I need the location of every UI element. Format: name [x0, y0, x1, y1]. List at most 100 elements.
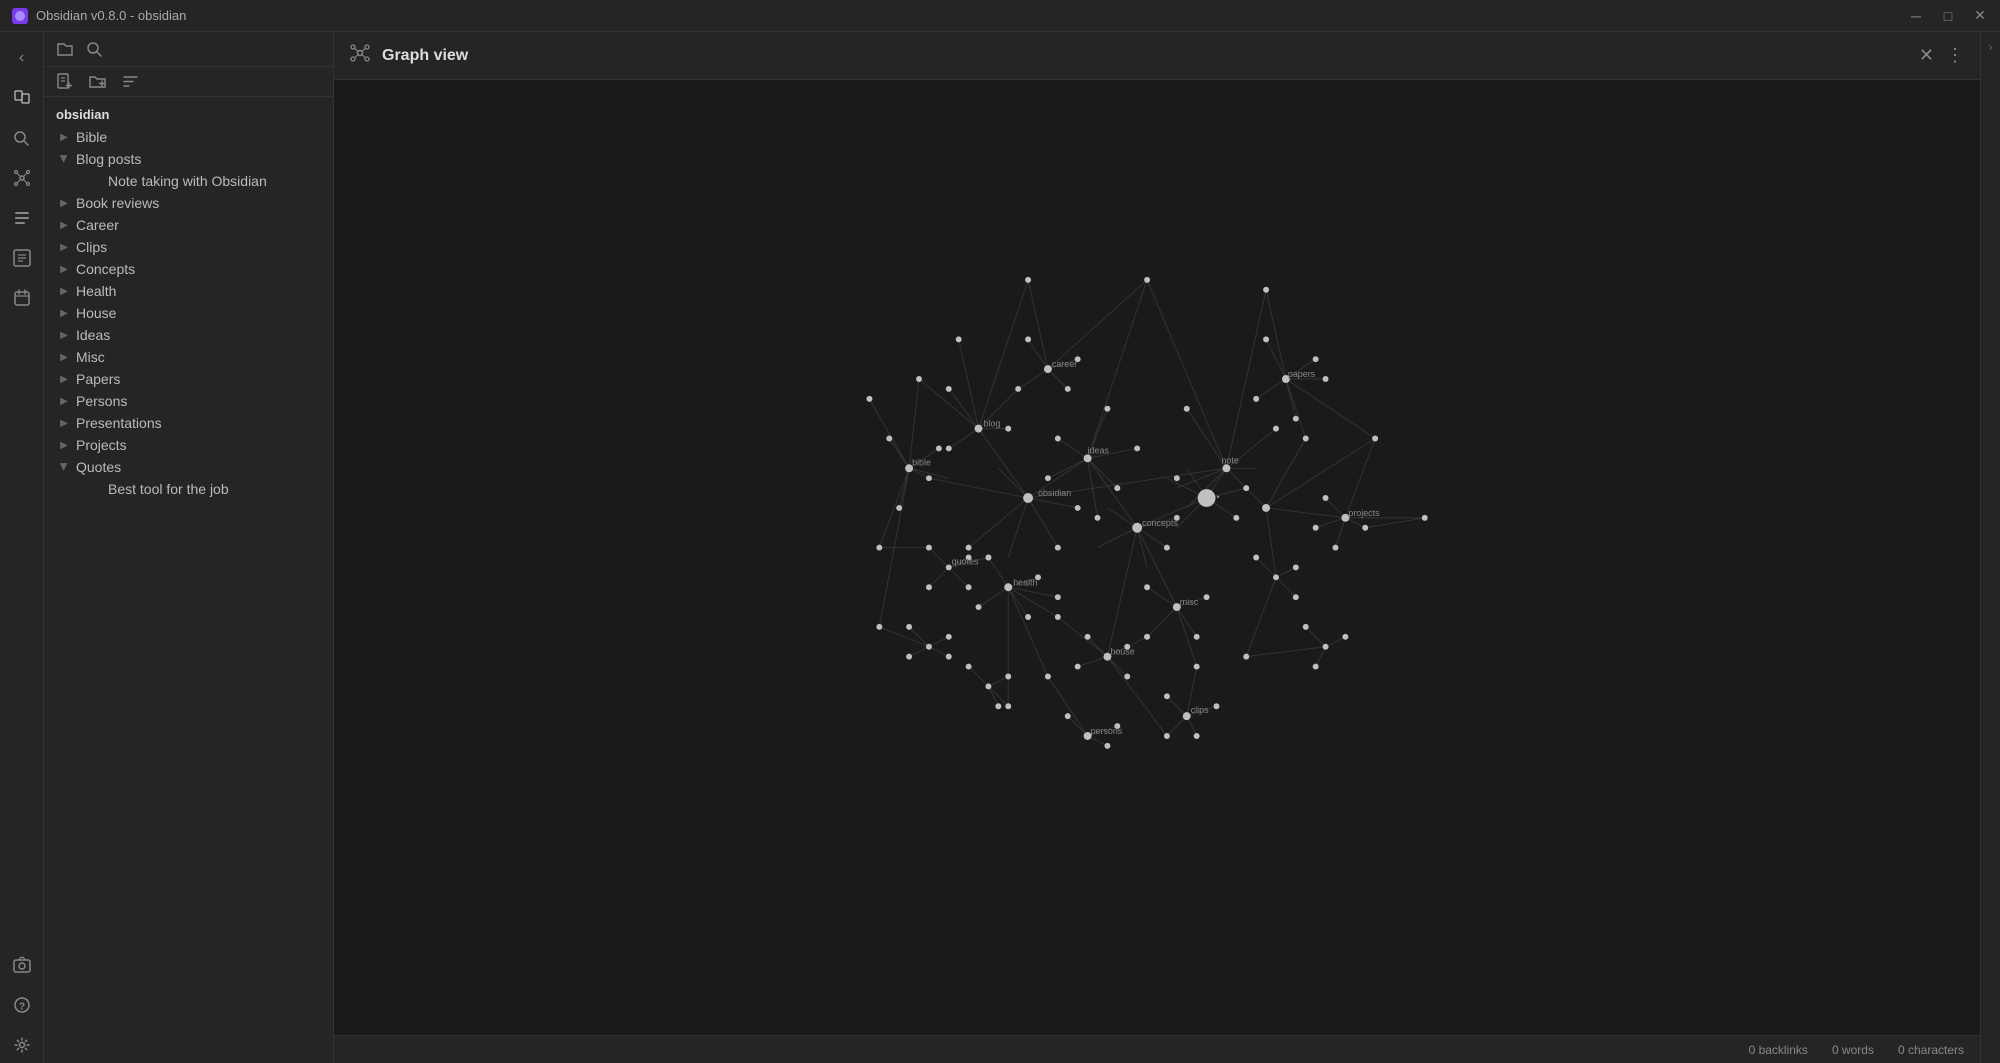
- tree-item-note-taking[interactable]: ▶ Note taking with Obsidian: [72, 170, 333, 192]
- chevron-icon: ▶: [56, 327, 72, 343]
- tree-item-label: Quotes: [76, 459, 321, 475]
- chevron-icon: ▶: [56, 261, 72, 277]
- quotes-children: ▶ Best tool for the job: [44, 478, 333, 500]
- svg-text:•: •: [1216, 492, 1219, 502]
- tree-item-label: Projects: [76, 437, 321, 453]
- tree-item-label: Bible: [76, 129, 321, 145]
- chevron-icon: ▶: [56, 217, 72, 233]
- tree-item-label: Misc: [76, 349, 321, 365]
- tree-item-label: Presentations: [76, 415, 321, 431]
- tree-item-health[interactable]: ▶ Health: [44, 280, 333, 302]
- svg-text:bible: bible: [912, 457, 931, 467]
- tree-item-ideas[interactable]: ▶ Ideas: [44, 324, 333, 346]
- sort-button[interactable]: [122, 73, 139, 90]
- tree-item-label: Clips: [76, 239, 321, 255]
- word-count: 0 words: [1832, 1043, 1874, 1057]
- titlebar-title: Obsidian v0.8.0 - obsidian: [36, 8, 186, 23]
- svg-text:persons: persons: [1091, 726, 1123, 736]
- svg-text:career: career: [1052, 359, 1077, 369]
- new-folder-button[interactable]: [89, 73, 106, 90]
- chevron-icon: ▶: [56, 239, 72, 255]
- chevron-icon: ▶: [56, 305, 72, 321]
- file-panel-header: [44, 32, 333, 67]
- tree-item-presentations[interactable]: ▶ Presentations: [44, 412, 333, 434]
- daily-notes-icon[interactable]: [4, 280, 40, 316]
- tree-item-label: House: [76, 305, 321, 321]
- svg-text:?: ?: [18, 1002, 24, 1013]
- tree-item-label: Health: [76, 283, 321, 299]
- graph-canvas[interactable]: .node { fill: #c0c0c0; } .edge { stroke:…: [334, 80, 1980, 1035]
- tree-item-career[interactable]: ▶ Career: [44, 214, 333, 236]
- camera-icon[interactable]: [4, 947, 40, 983]
- svg-text:house: house: [1110, 647, 1134, 657]
- file-toolbar: [44, 67, 333, 97]
- new-note-button[interactable]: [56, 73, 73, 90]
- search-icon[interactable]: [4, 120, 40, 156]
- svg-text:obsidian: obsidian: [1038, 488, 1071, 498]
- titlebar: Obsidian v0.8.0 - obsidian ─ □ ✕: [0, 0, 2000, 32]
- chevron-icon: ▶: [56, 283, 72, 299]
- right-panel-toggle[interactable]: ›: [1989, 40, 1993, 54]
- tree-item-label: Concepts: [76, 261, 321, 277]
- svg-text:note: note: [1221, 455, 1238, 465]
- svg-text:clips: clips: [1191, 705, 1209, 715]
- chevron-icon: ▶: [56, 437, 72, 453]
- minimize-button[interactable]: ─: [1908, 8, 1924, 24]
- maximize-button[interactable]: □: [1940, 8, 1956, 24]
- tree-item-best-tool[interactable]: ▶ Best tool for the job: [72, 478, 333, 500]
- svg-text:health: health: [1013, 577, 1037, 587]
- tree-item-clips[interactable]: ▶ Clips: [44, 236, 333, 258]
- tree-item-label: Book reviews: [76, 195, 321, 211]
- graph-view-icon[interactable]: [4, 160, 40, 196]
- app-icon: [12, 8, 28, 24]
- main-area: Graph view ✕ ⋮ .node { fill: #c0c0c0; } …: [334, 32, 1980, 1063]
- tags-icon[interactable]: [4, 240, 40, 276]
- graph-header: Graph view ✕ ⋮: [334, 32, 1980, 80]
- file-panel: obsidian ▶ Bible ▶ Blog posts ▶ Note tak…: [44, 32, 334, 1063]
- files-icon[interactable]: [4, 80, 40, 116]
- svg-text:blog: blog: [983, 419, 1000, 429]
- window-controls: ─ □ ✕: [1908, 8, 1988, 24]
- vault-name: obsidian: [44, 101, 333, 126]
- chevron-icon: ▶: [56, 415, 72, 431]
- tree-item-label: Career: [76, 217, 321, 233]
- character-count: 0 characters: [1898, 1043, 1964, 1057]
- tree-item-misc[interactable]: ▶ Misc: [44, 346, 333, 368]
- more-options-button[interactable]: ⋮: [1946, 45, 1964, 66]
- status-bar: 0 backlinks 0 words 0 characters: [334, 1035, 1980, 1063]
- tree-item-papers[interactable]: ▶ Papers: [44, 368, 333, 390]
- chevron-icon: ▶: [56, 371, 72, 387]
- chevron-icon: ▶: [56, 151, 72, 167]
- close-button[interactable]: ✕: [1972, 8, 1988, 24]
- tree-item-label: Papers: [76, 371, 321, 387]
- right-panel: ›: [1980, 32, 2000, 1063]
- settings-icon[interactable]: [4, 1027, 40, 1063]
- tree-item-persons[interactable]: ▶ Persons: [44, 390, 333, 412]
- tree-item-concepts[interactable]: ▶ Concepts: [44, 258, 333, 280]
- tree-item-quotes[interactable]: ▶ Quotes: [44, 456, 333, 478]
- chevron-icon: ▶: [56, 393, 72, 409]
- backlinks-count: 0 backlinks: [1749, 1043, 1808, 1057]
- tree-item-house[interactable]: ▶ House: [44, 302, 333, 324]
- chevron-icon: ▶: [56, 195, 72, 211]
- svg-text:ideas: ideas: [1088, 445, 1110, 455]
- chevron-icon: ▶: [56, 459, 72, 475]
- folder-icon[interactable]: [56, 40, 74, 58]
- tree-item-projects[interactable]: ▶ Projects: [44, 434, 333, 456]
- tree-item-label: Best tool for the job: [108, 481, 321, 497]
- back-button[interactable]: ‹: [4, 40, 40, 76]
- graph-view-title: Graph view: [382, 47, 1907, 65]
- tree-item-label: Persons: [76, 393, 321, 409]
- tree-item-bible[interactable]: ▶ Bible: [44, 126, 333, 148]
- svg-text:projects: projects: [1348, 508, 1380, 518]
- starred-icon[interactable]: [4, 200, 40, 236]
- close-graph-button[interactable]: ✕: [1919, 45, 1934, 66]
- tree-item-label: Blog posts: [76, 151, 321, 167]
- svg-text:papers: papers: [1288, 369, 1316, 379]
- svg-text:misc: misc: [1180, 597, 1199, 607]
- tree-item-book-reviews[interactable]: ▶ Book reviews: [44, 192, 333, 214]
- tree-item-blog-posts[interactable]: ▶ Blog posts: [44, 148, 333, 170]
- help-icon[interactable]: ?: [4, 987, 40, 1023]
- chevron-icon: ▶: [56, 129, 72, 145]
- search-panel-icon[interactable]: [86, 41, 103, 58]
